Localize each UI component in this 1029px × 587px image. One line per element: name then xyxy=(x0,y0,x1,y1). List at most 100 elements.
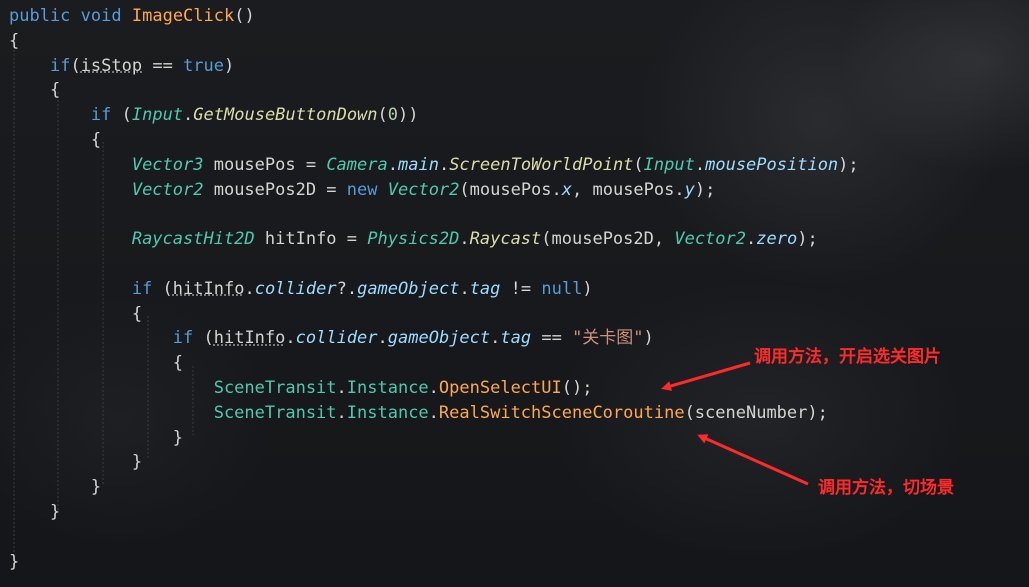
code-token: . xyxy=(244,278,255,299)
code-token: ) xyxy=(643,328,654,349)
code-line[interactable]: { xyxy=(9,351,859,376)
code-token: ( xyxy=(152,278,173,299)
code-token: . xyxy=(746,229,757,250)
code-token: zero xyxy=(756,229,798,250)
code-token: . xyxy=(490,328,501,349)
code-line[interactable]: RaycastHit2D hitInfo = Physics2D.Raycast… xyxy=(9,227,859,252)
code-token: y xyxy=(684,179,695,200)
code-line[interactable]: Vector2 mousePos2D = new Vector2(mousePo… xyxy=(9,178,859,203)
code-token: Input xyxy=(643,154,695,175)
code-line[interactable]: SceneTransit.Instance.RealSwitchSceneCor… xyxy=(9,401,859,426)
code-token: Input xyxy=(131,105,184,126)
code-token: mousePos = xyxy=(203,154,327,175)
code-token: } xyxy=(9,501,61,522)
code-token: { xyxy=(9,303,143,324)
code-line[interactable]: if (hitInfo.collider.gameObject.tag == "… xyxy=(9,326,859,351)
code-token: () xyxy=(234,6,255,26)
code-token: tag xyxy=(469,278,501,299)
code-token: ( xyxy=(633,154,644,175)
code-line[interactable]: } xyxy=(9,426,859,451)
code-token: . xyxy=(183,105,194,126)
code-token: Camera xyxy=(326,154,388,175)
code-line[interactable]: if(isStop == true) xyxy=(9,54,859,79)
code-token: . xyxy=(694,154,706,175)
code-token: { xyxy=(9,30,20,51)
code-token: mousePos2D = xyxy=(203,179,347,200)
code-token: ScreenToWorldPoint xyxy=(449,154,634,175)
code-token: Vector3 xyxy=(131,154,204,175)
code-token: main xyxy=(397,154,439,175)
code-token: Instance xyxy=(346,377,429,398)
code-token: Vector2 xyxy=(674,229,746,250)
code-token: . xyxy=(459,229,470,250)
code-token: if xyxy=(90,105,112,126)
code-token: GetMouseButtonDown xyxy=(193,105,378,126)
code-token: . xyxy=(285,328,296,349)
code-token: RealSwitchSceneCoroutine xyxy=(438,402,685,423)
code-line[interactable]: Vector3 mousePos = Camera.main.ScreenToW… xyxy=(9,153,859,178)
code-token: (); xyxy=(561,377,593,398)
code-token: hitInfo xyxy=(172,278,245,299)
code-token: hitInfo = xyxy=(254,229,368,250)
code-token: Vector2 xyxy=(387,179,460,200)
code-line[interactable] xyxy=(9,202,859,227)
code-token: } xyxy=(9,477,102,498)
code-token: . xyxy=(438,154,450,175)
code-token: ?. xyxy=(336,278,358,299)
code-token: OpenSelectUI xyxy=(438,377,562,398)
code-token: )) xyxy=(398,105,419,126)
code-line[interactable]: SceneTransit.Instance.OpenSelectUI(); xyxy=(9,376,859,401)
code-line[interactable]: } xyxy=(9,475,859,500)
code-token: RaycastHit2D xyxy=(131,229,255,250)
code-token: . xyxy=(387,154,398,175)
code-token: == xyxy=(142,55,184,76)
code-token: mousePosition xyxy=(705,154,839,175)
code-token: . xyxy=(428,402,439,423)
code-token: Physics2D xyxy=(367,229,460,250)
code-line[interactable] xyxy=(9,252,859,277)
code-token: ) xyxy=(582,278,593,299)
code-token: collider xyxy=(254,278,337,299)
code-line[interactable] xyxy=(9,525,859,550)
code-token: Raycast xyxy=(469,229,542,250)
code-token: ); xyxy=(838,154,859,175)
code-token: . xyxy=(336,377,347,398)
code-token: new xyxy=(346,179,378,200)
code-token: { xyxy=(9,353,183,374)
code-line[interactable]: } xyxy=(9,550,859,575)
code-token: ( xyxy=(377,105,388,126)
code-line[interactable]: } xyxy=(9,450,859,475)
code-token: ( xyxy=(70,55,81,76)
code-token: if xyxy=(172,328,194,349)
code-line[interactable]: if (hitInfo.collider?.gameObject.tag != … xyxy=(9,277,859,302)
code-token: , mousePos. xyxy=(572,179,685,200)
code-token: == xyxy=(531,328,573,349)
code-token: . xyxy=(377,328,388,349)
code-line[interactable]: public void ImageClick() xyxy=(9,4,859,29)
code-token: . xyxy=(428,377,439,398)
code-line[interactable]: } xyxy=(9,500,859,525)
code-token: Vector2 xyxy=(131,179,204,200)
code-token: tag xyxy=(500,328,532,349)
code-line[interactable]: { xyxy=(9,302,859,327)
code-line[interactable]: if (Input.GetMouseButtonDown(0)) xyxy=(9,103,859,128)
code-line[interactable]: { xyxy=(9,128,859,153)
code-token: ); xyxy=(797,229,818,250)
code-token: SceneTransit xyxy=(213,402,337,423)
code-line[interactable]: { xyxy=(9,29,859,54)
code-editor[interactable]: public void ImageClick(){ if(isStop == t… xyxy=(9,4,859,574)
code-token: true xyxy=(183,55,225,76)
code-line[interactable]: { xyxy=(9,78,859,103)
code-token: hitInfo xyxy=(213,328,286,349)
code-token: } xyxy=(9,427,183,448)
code-token: gameObject xyxy=(357,278,460,299)
